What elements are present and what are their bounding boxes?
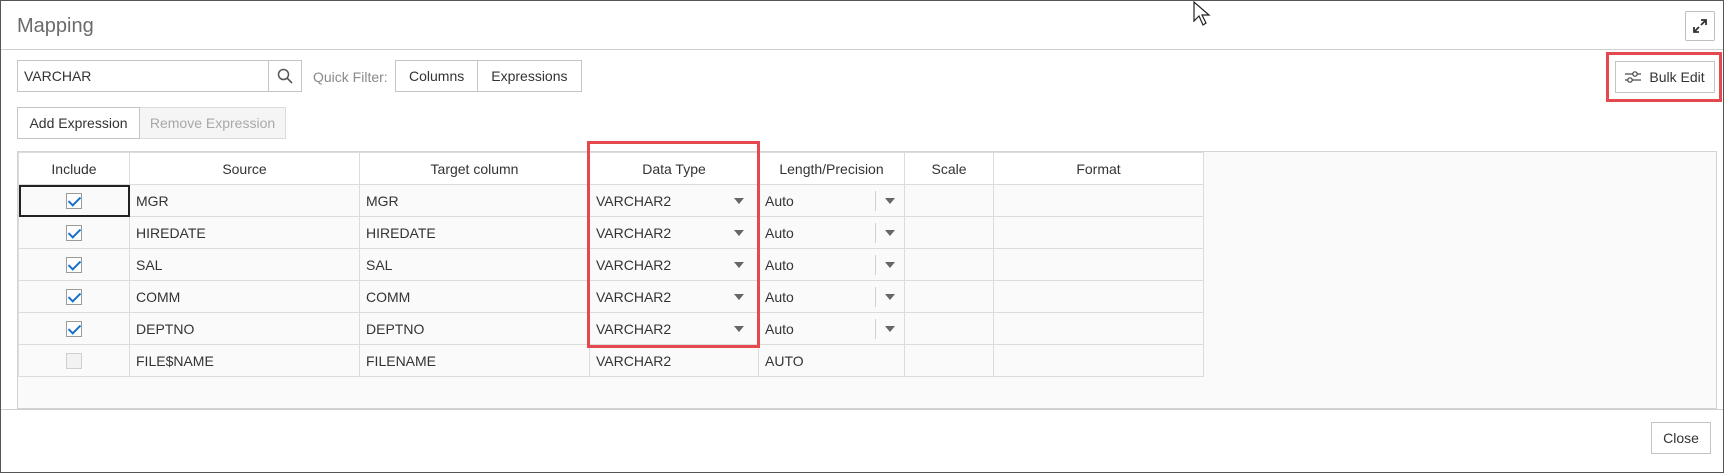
include-cell[interactable] [18,248,130,281]
header-include[interactable]: Include [18,152,130,185]
include-cell[interactable] [18,216,130,249]
include-cell[interactable] [18,344,130,377]
quick-filter-label: Quick Filter: [313,69,388,85]
combo-divider [875,223,876,243]
header-length-precision[interactable]: Length/Precision [758,152,905,185]
length-precision-value: Auto [765,320,794,337]
maximize-icon [1693,19,1707,33]
length-precision-value: AUTO [765,352,804,369]
caret-down-icon[interactable] [885,262,895,268]
include-checkbox[interactable] [66,257,82,274]
include-cell[interactable] [18,312,130,345]
caret-down-icon[interactable] [885,198,895,204]
combo-divider [875,255,876,275]
scale-cell [904,344,994,377]
length-precision-value: Auto [765,256,794,273]
search-button[interactable] [268,61,301,91]
include-checkbox[interactable] [66,193,82,210]
scale-cell[interactable] [904,184,994,217]
filter-expressions-button[interactable]: Expressions [478,60,582,92]
mapping-grid: Include Source Target column Data Type L… [17,151,1717,409]
format-cell[interactable] [993,184,1204,217]
length-precision-combo[interactable]: Auto [758,280,905,313]
caret-down-icon[interactable] [885,326,895,332]
length-precision-value: Auto [765,288,794,305]
mouse-pointer-icon [1193,1,1211,26]
table-row[interactable]: FILE$NAME FILENAME VARCHAR2 AUTO [18,344,1204,377]
caret-down-icon[interactable] [885,294,895,300]
quick-filter-group: Columns Expressions [395,60,582,92]
maximize-button[interactable] [1685,11,1715,41]
target-column-cell[interactable]: HIREDATE [359,216,590,249]
target-column-cell[interactable]: DEPTNO [359,312,590,345]
length-precision-value: Auto [765,224,794,241]
search-input[interactable] [18,61,269,91]
include-checkbox[interactable] [66,289,82,306]
include-checkbox[interactable] [66,321,82,338]
format-cell [993,344,1204,377]
length-precision-combo[interactable]: Auto [758,184,905,217]
scale-cell[interactable] [904,248,994,281]
sliders-icon [1625,71,1642,83]
remove-expression-button: Remove Expression [140,107,286,139]
length-precision-combo: AUTO [758,344,905,377]
search-box [17,60,302,92]
bulk-edit-label: Bulk Edit [1649,69,1705,85]
data-type-value: VARCHAR2 [596,352,672,369]
source-cell: COMM [129,280,360,313]
header-format[interactable]: Format [993,152,1204,185]
length-precision-combo[interactable]: Auto [758,312,905,345]
data-type-highlight [587,141,760,348]
target-column-cell[interactable]: FILENAME [359,344,590,377]
header-scale[interactable]: Scale [904,152,994,185]
format-cell[interactable] [993,248,1204,281]
search-icon [277,68,293,84]
combo-divider [875,287,876,307]
close-button[interactable]: Close [1651,422,1711,454]
include-cell[interactable] [18,184,130,217]
header-source[interactable]: Source [129,152,360,185]
footer-divider [1,409,1723,410]
target-column-cell[interactable]: SAL [359,248,590,281]
data-type-select: VARCHAR2 [589,344,759,377]
length-precision-combo[interactable]: Auto [758,248,905,281]
combo-divider [875,319,876,339]
source-cell: FILE$NAME [129,344,360,377]
source-cell: MGR [129,184,360,217]
dialog-title: Mapping [17,15,94,37]
target-column-cell[interactable]: MGR [359,184,590,217]
include-cell[interactable] [18,280,130,313]
format-cell[interactable] [993,312,1204,345]
caret-down-icon[interactable] [885,230,895,236]
add-expression-button[interactable]: Add Expression [17,107,140,139]
filter-columns-button[interactable]: Columns [395,60,479,92]
header-target-column[interactable]: Target column [359,152,590,185]
format-cell[interactable] [993,280,1204,313]
include-checkbox [66,353,82,370]
combo-divider [875,191,876,211]
length-precision-value: Auto [765,192,794,209]
scale-cell[interactable] [904,280,994,313]
length-precision-combo[interactable]: Auto [758,216,905,249]
source-cell: HIREDATE [129,216,360,249]
include-checkbox[interactable] [66,225,82,242]
title-divider [1,49,1723,50]
scale-cell[interactable] [904,312,994,345]
scale-cell[interactable] [904,216,994,249]
mapping-dialog: Mapping Quick Filter: Columns Expression… [0,0,1724,473]
format-cell[interactable] [993,216,1204,249]
target-column-cell[interactable]: COMM [359,280,590,313]
source-cell: DEPTNO [129,312,360,345]
bulk-edit-button[interactable]: Bulk Edit [1615,61,1715,93]
source-cell: SAL [129,248,360,281]
